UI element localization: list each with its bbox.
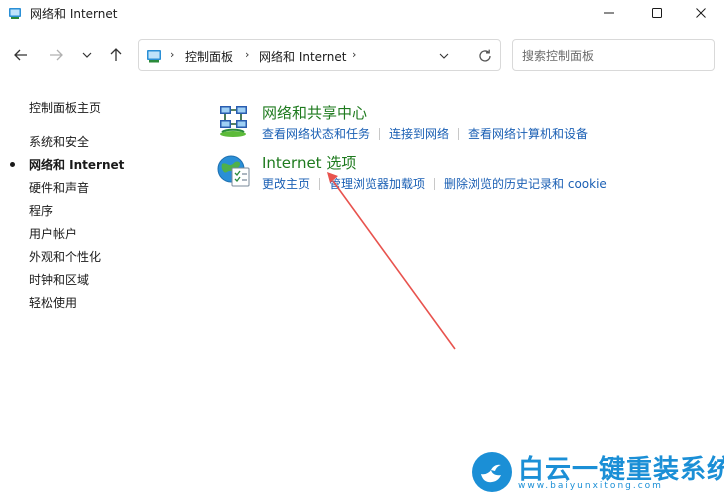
link-divider — [319, 177, 321, 190]
back-button[interactable] — [10, 42, 32, 68]
view-network-status-link[interactable]: 查看网络状态和任务 — [262, 125, 370, 142]
address-dropdown-icon[interactable] — [439, 51, 449, 61]
arrow-left-icon — [14, 49, 27, 61]
close-button[interactable] — [678, 0, 724, 26]
up-button[interactable] — [105, 42, 127, 68]
breadcrumb-chevron-icon: › — [170, 48, 175, 61]
internet-options-icon — [217, 155, 250, 187]
sidebar-item-clock-region[interactable]: 时钟和区域 — [29, 271, 89, 288]
minimize-button[interactable] — [586, 0, 632, 26]
sidebar-item-user-accounts[interactable]: 用户帐户 — [29, 225, 77, 242]
network-sharing-center-link[interactable]: 网络和共享中心 — [262, 102, 367, 123]
title-bar: 网络和 Internet — [0, 0, 724, 26]
link-divider — [434, 177, 436, 190]
internet-options-tasks: 更改主页 管理浏览器加载项 删除浏览的历史记录和 cookie — [262, 175, 607, 192]
address-bar[interactable]: › 控制面板 › 网络和 Internet › — [138, 39, 501, 71]
manage-addons-link[interactable]: 管理浏览器加载项 — [329, 175, 425, 192]
sidebar-item-appearance[interactable]: 外观和个性化 — [29, 248, 101, 265]
sidebar-item-hardware-sound[interactable]: 硬件和声音 — [29, 179, 89, 196]
maximize-icon — [652, 8, 662, 18]
internet-options-link[interactable]: Internet 选项 — [262, 152, 356, 173]
arrow-up-icon — [110, 48, 122, 61]
annotation-arrow — [327, 172, 456, 350]
breadcrumb-network-internet[interactable]: 网络和 Internet — [259, 48, 346, 65]
active-bullet-icon — [10, 162, 15, 167]
refresh-icon[interactable] — [476, 47, 494, 65]
forward-button[interactable] — [45, 42, 67, 68]
network-sharing-icon — [220, 106, 247, 137]
bird-logo-icon — [472, 452, 512, 492]
recent-locations-button[interactable] — [76, 42, 98, 68]
view-network-computers-link[interactable]: 查看网络计算机和设备 — [468, 125, 588, 142]
change-homepage-link[interactable]: 更改主页 — [262, 175, 310, 192]
close-icon — [696, 8, 706, 18]
chevron-down-icon — [82, 52, 92, 58]
sidebar-item-system-security[interactable]: 系统和安全 — [29, 133, 89, 150]
sidebar-item-ease-of-access[interactable]: 轻松使用 — [29, 294, 77, 311]
link-divider — [458, 127, 460, 140]
maximize-button[interactable] — [634, 0, 680, 26]
sidebar-item-label: 网络和 Internet — [29, 158, 125, 172]
control-panel-icon — [147, 50, 161, 63]
sidebar-item-programs[interactable]: 程序 — [29, 202, 53, 219]
watermark-logo: 白云一键重装系统 www.baiyunxitong.com — [470, 450, 724, 496]
breadcrumb-chevron-icon[interactable]: › — [352, 48, 356, 61]
sidebar-home-link[interactable]: 控制面板主页 — [29, 99, 101, 116]
search-box[interactable] — [512, 39, 715, 71]
sidebar-item-network-internet[interactable]: 网络和 Internet — [10, 156, 125, 173]
link-divider — [379, 127, 381, 140]
breadcrumb-control-panel[interactable]: 控制面板 — [185, 48, 233, 65]
window-title: 网络和 Internet — [30, 7, 118, 21]
network-folder-icon — [9, 8, 21, 19]
arrow-right-icon — [50, 49, 63, 61]
watermark-url: www.baiyunxitong.com — [518, 481, 663, 491]
delete-browsing-history-link[interactable]: 删除浏览的历史记录和 cookie — [444, 175, 607, 192]
minimize-icon — [604, 12, 614, 14]
search-input[interactable] — [522, 47, 702, 65]
connect-to-network-link[interactable]: 连接到网络 — [389, 125, 449, 142]
network-sharing-tasks: 查看网络状态和任务 连接到网络 查看网络计算机和设备 — [262, 125, 588, 142]
breadcrumb-chevron-icon: › — [245, 48, 250, 61]
